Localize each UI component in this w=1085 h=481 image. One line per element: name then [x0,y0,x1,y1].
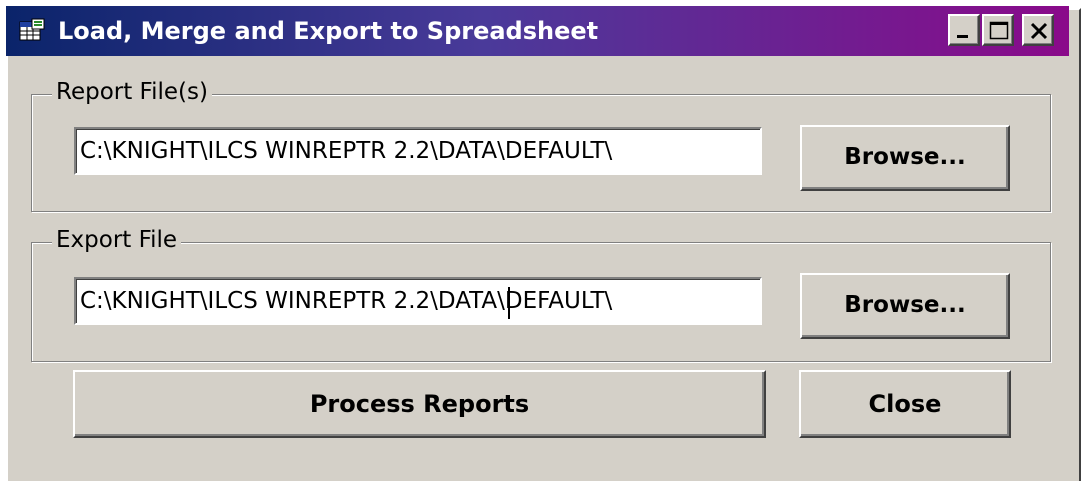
report-files-group: Report File(s) C:\KNIGHT\ILCS WINREPTR 2… [31,77,1051,212]
export-browse-button[interactable]: Browse... [800,273,1010,339]
process-reports-button[interactable]: Process Reports [73,370,766,438]
export-file-path-input[interactable]: C:\KNIGHT\ILCS WINREPTR 2.2\DATA\DEFAULT… [74,277,762,325]
title-bar[interactable]: Load, Merge and Export to Spreadsheet [6,6,1069,56]
export-file-path-value: C:\KNIGHT\ILCS WINREPTR 2.2\DATA\DEFAULT… [80,288,613,314]
report-files-label: Report File(s) [52,77,212,107]
maximize-button[interactable] [982,14,1014,46]
spreadsheet-window-icon [18,18,48,44]
report-file-path-input[interactable]: C:\KNIGHT\ILCS WINREPTR 2.2\DATA\DEFAULT… [74,127,762,175]
mouse-ibeam-cursor [508,287,510,319]
export-file-group: Export File C:\KNIGHT\ILCS WINREPTR 2.2\… [31,225,1051,362]
maximize-icon [989,21,1009,40]
export-file-label: Export File [52,225,182,255]
minimize-icon [957,35,968,38]
close-icon [1030,22,1048,40]
close-window-button[interactable] [1022,14,1054,46]
minimize-button[interactable] [948,14,980,46]
window-title: Load, Merge and Export to Spreadsheet [58,17,599,45]
report-browse-button[interactable]: Browse... [800,125,1010,191]
close-button[interactable]: Close [799,370,1011,438]
